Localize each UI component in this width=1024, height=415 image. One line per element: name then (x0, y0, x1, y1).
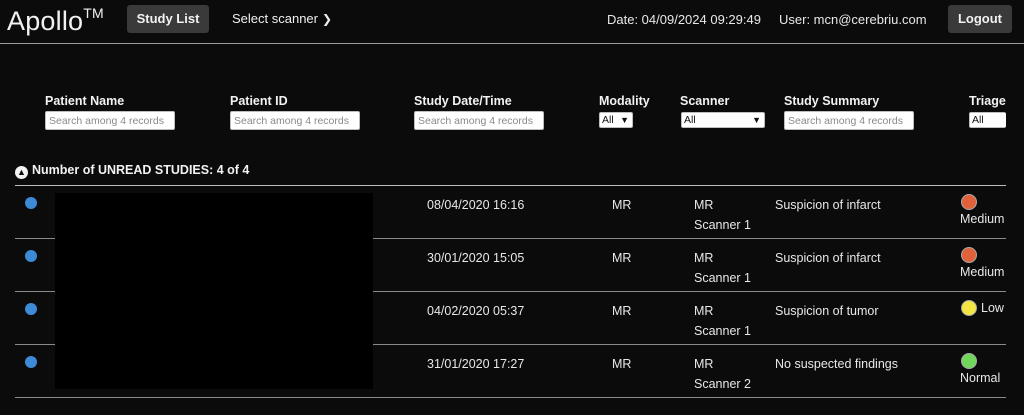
unread-indicator (25, 250, 37, 262)
scanner-line1: MR (694, 198, 714, 212)
column-header-scanner[interactable]: Scanner (680, 94, 729, 108)
triage-label: Low (981, 301, 1004, 315)
scanner-cell: MR Scanner 1 (694, 248, 751, 288)
modality-filter-select[interactable]: All ▼ (599, 112, 633, 128)
scanner-line1: MR (694, 251, 714, 265)
scanner-line1: MR (694, 304, 714, 318)
scanner-cell: MR Scanner 2 (694, 354, 751, 394)
study-date-cell: 31/01/2020 17:27 (427, 357, 525, 371)
app-logo: ApolloTM (7, 5, 104, 36)
chevron-down-icon: ▼ (752, 115, 761, 125)
column-header-triage[interactable]: Triage (969, 94, 1006, 108)
unread-group-header[interactable]: ▲ Number of UNREAD STUDIES: 4 of 4 (15, 163, 249, 179)
modality-cell: MR (612, 198, 632, 212)
modality-cell: MR (612, 357, 632, 371)
select-scanner-label: Select scanner (232, 11, 318, 26)
modality-filter-value: All (602, 114, 614, 126)
triage-filter-value: All (972, 114, 984, 126)
logout-button[interactable]: Logout (948, 5, 1012, 33)
user-display: User: mcn@cerebriu.com (779, 12, 927, 27)
triage-label: Medium (960, 212, 1005, 226)
study-summary-filter-input[interactable] (784, 111, 914, 130)
study-summary-cell: No suspected findings (775, 357, 898, 371)
triage-indicator (961, 247, 977, 263)
scanner-filter-select[interactable]: All ▼ (681, 112, 765, 128)
study-list-button[interactable]: Study List (127, 5, 209, 33)
chevron-up-icon[interactable]: ▲ (15, 166, 28, 179)
unread-indicator (25, 303, 37, 315)
date-display: Date: 04/09/2024 09:29:49 (607, 12, 761, 27)
scanner-cell: MR Scanner 1 (694, 195, 751, 235)
study-summary-cell: Suspicion of infarct (775, 198, 881, 212)
scanner-line2: Scanner 1 (694, 271, 751, 285)
column-header-study-summary[interactable]: Study Summary (784, 94, 879, 108)
column-header-modality[interactable]: Modality (599, 94, 650, 108)
modality-cell: MR (612, 304, 632, 318)
scanner-cell: MR Scanner 1 (694, 301, 751, 341)
unread-group-label: Number of UNREAD STUDIES: 4 of 4 (32, 163, 250, 177)
unread-indicator (25, 197, 37, 209)
scanner-line2: Scanner 2 (694, 377, 751, 391)
study-date-cell: 04/02/2020 05:37 (427, 304, 525, 318)
chevron-down-icon: ❯ (322, 12, 333, 26)
study-summary-cell: Suspicion of tumor (775, 304, 879, 318)
patient-name-filter-input[interactable] (45, 111, 175, 130)
top-bar: ApolloTM Study List Select scanner ❯ Date… (0, 0, 1024, 44)
column-header-patient-name[interactable]: Patient Name (45, 94, 124, 108)
study-date-cell: 30/01/2020 15:05 (427, 251, 525, 265)
triage-indicator (961, 353, 977, 369)
study-summary-cell: Suspicion of infarct (775, 251, 881, 265)
triage-filter-select[interactable]: All (969, 112, 1006, 128)
chevron-down-icon: ▼ (620, 115, 629, 125)
scanner-line2: Scanner 1 (694, 218, 751, 232)
study-date-cell: 08/04/2020 16:16 (427, 198, 525, 212)
scanner-line2: Scanner 1 (694, 324, 751, 338)
scanner-line1: MR (694, 357, 714, 371)
column-header-study-date[interactable]: Study Date/Time (414, 94, 512, 108)
modality-cell: MR (612, 251, 632, 265)
select-scanner-dropdown[interactable]: Select scanner ❯ (232, 11, 332, 26)
triage-indicator (961, 194, 977, 210)
column-header-patient-id[interactable]: Patient ID (230, 94, 288, 108)
triage-indicator (961, 300, 977, 316)
unread-indicator (25, 356, 37, 368)
study-date-filter-input[interactable] (414, 111, 544, 130)
triage-label: Medium (960, 265, 1005, 279)
scanner-filter-value: All (684, 114, 696, 126)
patient-id-filter-input[interactable] (230, 111, 360, 130)
redacted-patient-info (55, 193, 373, 389)
triage-label: Normal (960, 371, 1001, 385)
